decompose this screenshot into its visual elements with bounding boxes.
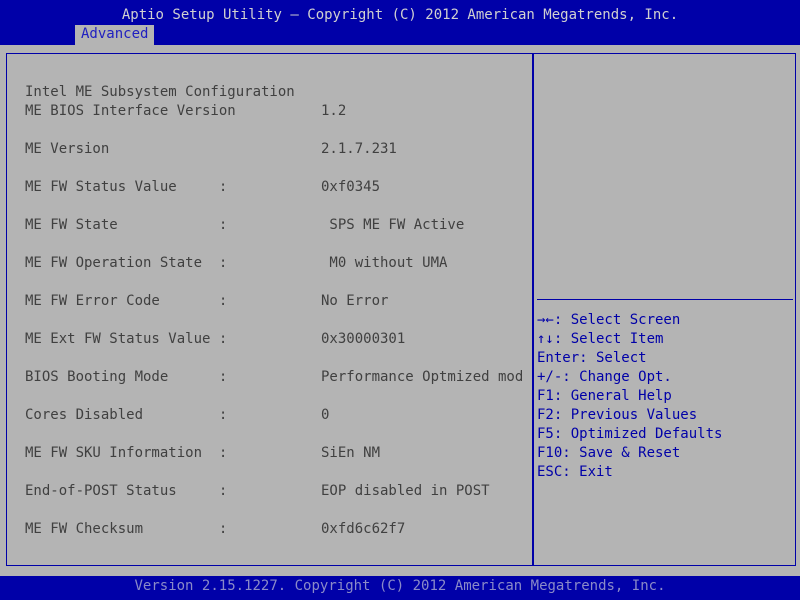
setting-value-me-fw-sku-information: SiEn NM bbox=[321, 445, 381, 461]
setting-label-end-of-post-status: End-of-POST Status : bbox=[25, 483, 228, 499]
help-panel bbox=[533, 53, 796, 566]
setting-label-me-fw-status-value: ME FW Status Value : bbox=[25, 179, 228, 195]
help-select-screen: →←: Select Screen bbox=[537, 312, 681, 328]
setting-value-cores-disabled: 0 bbox=[321, 407, 330, 423]
setting-label-me-fw-state: ME FW State : bbox=[25, 217, 228, 233]
bios-setup-screen: Aptio Setup Utility – Copyright (C) 2012… bbox=[0, 0, 800, 600]
tab-advanced[interactable]: Advanced bbox=[75, 25, 155, 45]
help-enter-select: Enter: Select bbox=[537, 350, 647, 366]
setting-label-cores-disabled: Cores Disabled : bbox=[25, 407, 228, 423]
help-previous-values: F2: Previous Values bbox=[537, 407, 698, 423]
setting-value-me-fw-error-code: No Error bbox=[321, 293, 389, 309]
app-title: Aptio Setup Utility – Copyright (C) 2012… bbox=[121, 7, 679, 23]
setting-value-me-fw-status-value: 0xf0345 bbox=[321, 179, 381, 195]
setting-value-me-fw-checksum: 0xfd6c62f7 bbox=[321, 521, 406, 537]
help-select-item: ↑↓: Select Item bbox=[537, 331, 664, 347]
setting-value-me-version: 2.1.7.231 bbox=[321, 141, 397, 157]
setting-label-bios-booting-mode: BIOS Booting Mode : bbox=[25, 369, 228, 385]
setting-label-me-fw-checksum: ME FW Checksum : bbox=[25, 521, 228, 537]
setting-value-bios-booting-mode: Performance Optmized mod bbox=[321, 369, 524, 385]
setting-value-me-fw-state: SPS ME FW Active bbox=[321, 217, 465, 233]
setting-value-end-of-post-status: EOP disabled in POST bbox=[321, 483, 490, 499]
footer-text: Version 2.15.1227. Copyright (C) 2012 Am… bbox=[134, 578, 666, 594]
setting-label-me-fw-sku-information: ME FW SKU Information : bbox=[25, 445, 228, 461]
setting-label-me-version: ME Version bbox=[25, 141, 110, 157]
setting-label-me-bios-interface-version: ME BIOS Interface Version bbox=[25, 103, 236, 119]
help-general-help: F1: General Help bbox=[537, 388, 672, 404]
help-divider bbox=[537, 299, 793, 300]
help-exit: ESC: Exit bbox=[537, 464, 613, 480]
help-save-reset: F10: Save & Reset bbox=[537, 445, 681, 461]
setting-label-me-fw-operation-state: ME FW Operation State : bbox=[25, 255, 228, 271]
section-heading: Intel ME Subsystem Configuration bbox=[25, 84, 295, 100]
setting-value-me-fw-operation-state: M0 without UMA bbox=[321, 255, 448, 271]
setting-value-me-ext-fw-status-value: 0x30000301 bbox=[321, 331, 406, 347]
setting-value-me-bios-interface-version: 1.2 bbox=[321, 103, 347, 119]
help-optimized-defaults: F5: Optimized Defaults bbox=[537, 426, 723, 442]
setting-label-me-ext-fw-status-value: ME Ext FW Status Value : bbox=[25, 331, 228, 347]
setting-label-me-fw-error-code: ME FW Error Code : bbox=[25, 293, 228, 309]
help-change-opt: +/-: Change Opt. bbox=[537, 369, 672, 385]
